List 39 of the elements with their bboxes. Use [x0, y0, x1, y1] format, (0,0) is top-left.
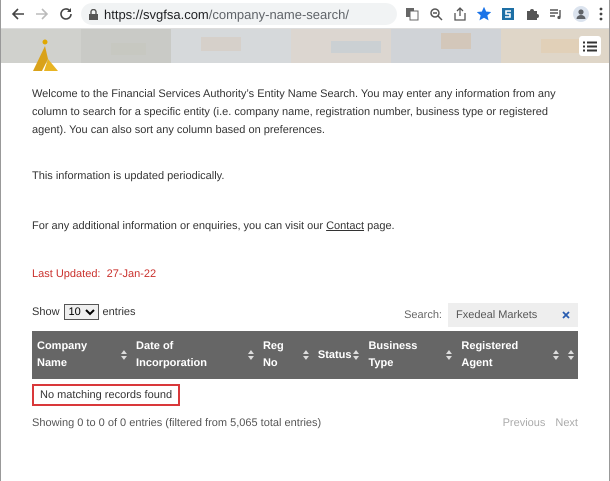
sort-icon [353, 350, 360, 360]
more-icon[interactable] [597, 5, 605, 23]
extension-icon[interactable] [499, 5, 517, 23]
entries-select[interactable]: 10 [64, 304, 99, 320]
sort-icon [553, 350, 559, 360]
translate-icon[interactable] [403, 5, 421, 23]
last-updated: Last Updated: 27-Jan-22 [32, 267, 158, 282]
update-note: This information is updated periodically. [32, 169, 226, 184]
bookmark-star-icon[interactable] [475, 5, 493, 23]
logo-icon [31, 39, 61, 73]
empty-message: No matching records found [32, 384, 180, 406]
column-header[interactable]: Company Name [32, 331, 132, 379]
contact-paragraph: For any additional information or enquiries, you can visit our Contact page. [32, 219, 396, 234]
column-header[interactable]: Business Type [363, 331, 456, 379]
profile-icon[interactable] [571, 4, 591, 24]
show-label: Show [32, 305, 60, 320]
entries-label: entries [102, 305, 136, 320]
intro-paragraph: Welcome to the Financial Services Authority’s Entity Name Search. You may enter any information from any column to search for a specific entity (i.e. company name, registration number, business type or registered agent). You can also sort any column based on preferences. [32, 87, 557, 138]
sort-icon [302, 350, 309, 360]
reload-button[interactable] [57, 5, 75, 23]
sort-icon [446, 350, 452, 360]
address-bar[interactable]: https://svgfsa.com/company-name-search/ [81, 3, 397, 25]
clear-icon[interactable] [560, 303, 578, 327]
column-header[interactable]: Reg No [258, 331, 313, 379]
contact-link[interactable]: Contact [326, 220, 364, 232]
column-header[interactable]: Date of Incorporation [131, 331, 258, 379]
column-header[interactable]: Status [312, 331, 364, 379]
sort-icon [248, 350, 254, 360]
list-icon [583, 40, 597, 52]
sort-icon [121, 350, 128, 360]
table-info: Showing 0 to 0 of 0 entries (filtered from 5,065 total entries) [32, 416, 322, 431]
search-label: Search: [404, 308, 442, 323]
url-text: https://svgfsa.com/company-name-search/ [104, 6, 349, 22]
sort-icon [568, 350, 574, 360]
lock-icon [89, 8, 98, 20]
column-header[interactable]: Registered Agent [456, 331, 563, 379]
column-header[interactable] [562, 331, 578, 379]
menu-button[interactable] [579, 36, 601, 56]
search-field[interactable]: Fxedeal Markets [448, 303, 560, 327]
